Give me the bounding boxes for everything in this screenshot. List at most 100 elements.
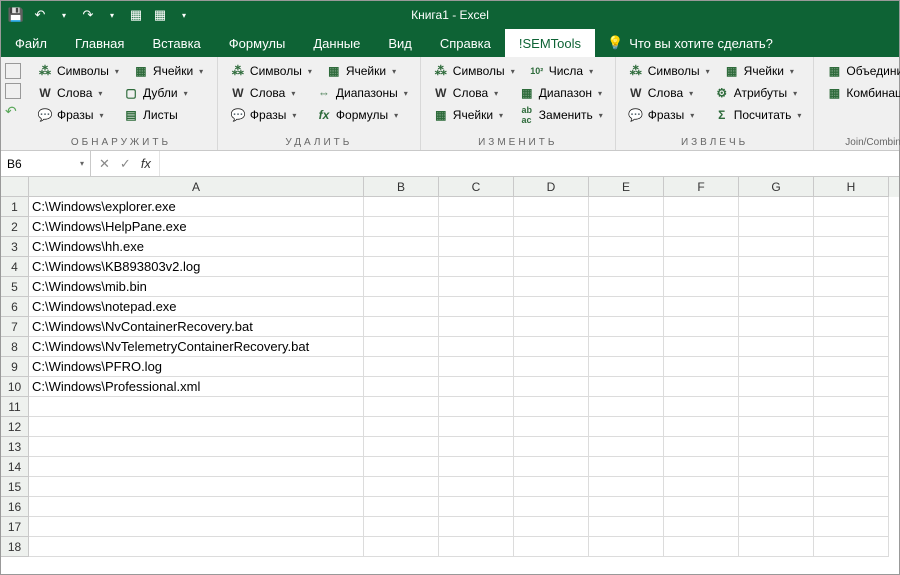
cell[interactable] bbox=[739, 477, 814, 497]
cell[interactable] bbox=[664, 217, 739, 237]
cell[interactable] bbox=[364, 297, 439, 317]
cell[interactable] bbox=[364, 237, 439, 257]
row-header[interactable]: 2 bbox=[1, 217, 29, 237]
cell[interactable] bbox=[589, 377, 664, 397]
row-header[interactable]: 7 bbox=[1, 317, 29, 337]
checkbox2[interactable] bbox=[5, 83, 21, 99]
cell[interactable] bbox=[814, 317, 889, 337]
extract-symbols-button[interactable]: ⁂Символы▾ bbox=[624, 61, 714, 81]
cell[interactable] bbox=[664, 417, 739, 437]
qat-custom1-icon[interactable]: ▦ bbox=[127, 6, 145, 24]
row-header[interactable]: 11 bbox=[1, 397, 29, 417]
enter-icon[interactable]: ✓ bbox=[120, 156, 131, 172]
qat-custom2-icon[interactable]: ▦ bbox=[151, 6, 169, 24]
cell[interactable] bbox=[364, 357, 439, 377]
cell[interactable] bbox=[814, 197, 889, 217]
cell[interactable] bbox=[439, 457, 514, 477]
cell[interactable] bbox=[514, 377, 589, 397]
delete-ranges-button[interactable]: ⇔Диапазоны▾ bbox=[312, 83, 412, 103]
cell[interactable] bbox=[739, 357, 814, 377]
cell[interactable] bbox=[29, 517, 364, 537]
name-box[interactable]: B6 ▾ bbox=[1, 151, 91, 176]
cell[interactable] bbox=[664, 237, 739, 257]
cell[interactable] bbox=[439, 477, 514, 497]
cell[interactable] bbox=[514, 357, 589, 377]
cell[interactable] bbox=[664, 337, 739, 357]
cell[interactable] bbox=[439, 317, 514, 337]
cell[interactable] bbox=[739, 277, 814, 297]
cell[interactable] bbox=[814, 397, 889, 417]
cell[interactable] bbox=[439, 217, 514, 237]
cell[interactable] bbox=[739, 297, 814, 317]
cell[interactable] bbox=[814, 357, 889, 377]
row-header[interactable]: 5 bbox=[1, 277, 29, 297]
cell[interactable] bbox=[739, 397, 814, 417]
column-header[interactable]: C bbox=[439, 177, 514, 197]
cell[interactable] bbox=[514, 317, 589, 337]
cell[interactable] bbox=[29, 497, 364, 517]
row-header[interactable]: 1 bbox=[1, 197, 29, 217]
cell[interactable] bbox=[739, 337, 814, 357]
detect-dupes-button[interactable]: ▢Дубли▾ bbox=[119, 83, 199, 103]
cell[interactable] bbox=[364, 377, 439, 397]
detect-words-button[interactable]: WСлова▾ bbox=[33, 83, 113, 103]
cell[interactable] bbox=[589, 497, 664, 517]
column-header[interactable]: D bbox=[514, 177, 589, 197]
cell[interactable] bbox=[439, 337, 514, 357]
cell[interactable] bbox=[364, 537, 439, 557]
cell[interactable] bbox=[514, 457, 589, 477]
fx-icon[interactable]: fx bbox=[141, 156, 151, 171]
cell[interactable] bbox=[589, 197, 664, 217]
change-symbols-button[interactable]: ⁂Символы▾ bbox=[429, 61, 519, 81]
cell[interactable] bbox=[589, 477, 664, 497]
column-header[interactable]: F bbox=[664, 177, 739, 197]
cell[interactable] bbox=[739, 217, 814, 237]
tab-file[interactable]: Файл bbox=[1, 29, 61, 57]
checkbox1[interactable] bbox=[5, 63, 21, 79]
cell[interactable]: C:\Windows\NvTelemetryContainerRecovery.… bbox=[29, 337, 364, 357]
cell[interactable] bbox=[514, 397, 589, 417]
row-header[interactable]: 10 bbox=[1, 377, 29, 397]
cell[interactable] bbox=[739, 517, 814, 537]
cell[interactable] bbox=[514, 437, 589, 457]
cell[interactable] bbox=[439, 197, 514, 217]
tab-data[interactable]: Данные bbox=[299, 29, 374, 57]
cell[interactable]: C:\Windows\NvContainerRecovery.bat bbox=[29, 317, 364, 337]
change-range-button[interactable]: ▦Диапазон▾ bbox=[515, 83, 606, 103]
cell[interactable] bbox=[439, 537, 514, 557]
cell[interactable] bbox=[739, 237, 814, 257]
cell[interactable] bbox=[29, 417, 364, 437]
cell[interactable] bbox=[739, 257, 814, 277]
change-words-button[interactable]: WСлова▾ bbox=[429, 83, 509, 103]
row-header[interactable]: 4 bbox=[1, 257, 29, 277]
cell[interactable] bbox=[364, 417, 439, 437]
cell[interactable] bbox=[814, 437, 889, 457]
cell[interactable] bbox=[439, 257, 514, 277]
cell[interactable] bbox=[364, 197, 439, 217]
cell[interactable] bbox=[664, 197, 739, 217]
cell[interactable]: C:\Windows\KB893803v2.log bbox=[29, 257, 364, 277]
delete-formulas-button[interactable]: fxФормулы▾ bbox=[312, 105, 402, 125]
cell[interactable] bbox=[739, 317, 814, 337]
cell[interactable]: C:\Windows\explorer.exe bbox=[29, 197, 364, 217]
cell[interactable] bbox=[664, 357, 739, 377]
row-header[interactable]: 8 bbox=[1, 337, 29, 357]
cell[interactable] bbox=[814, 337, 889, 357]
cell[interactable] bbox=[814, 237, 889, 257]
redo-icon[interactable]: ↷ bbox=[79, 6, 97, 24]
column-header[interactable]: B bbox=[364, 177, 439, 197]
cell[interactable] bbox=[664, 517, 739, 537]
cell[interactable] bbox=[514, 197, 589, 217]
cell[interactable] bbox=[814, 377, 889, 397]
cell[interactable] bbox=[814, 517, 889, 537]
cell[interactable] bbox=[739, 537, 814, 557]
cell[interactable] bbox=[664, 257, 739, 277]
cell[interactable] bbox=[589, 237, 664, 257]
cell[interactable]: C:\Windows\hh.exe bbox=[29, 237, 364, 257]
tab-view[interactable]: Вид bbox=[374, 29, 426, 57]
extract-cells-button[interactable]: ▦Ячейки▾ bbox=[720, 61, 800, 81]
cell[interactable] bbox=[664, 277, 739, 297]
cell[interactable] bbox=[29, 457, 364, 477]
cell[interactable] bbox=[739, 497, 814, 517]
cell[interactable] bbox=[589, 217, 664, 237]
